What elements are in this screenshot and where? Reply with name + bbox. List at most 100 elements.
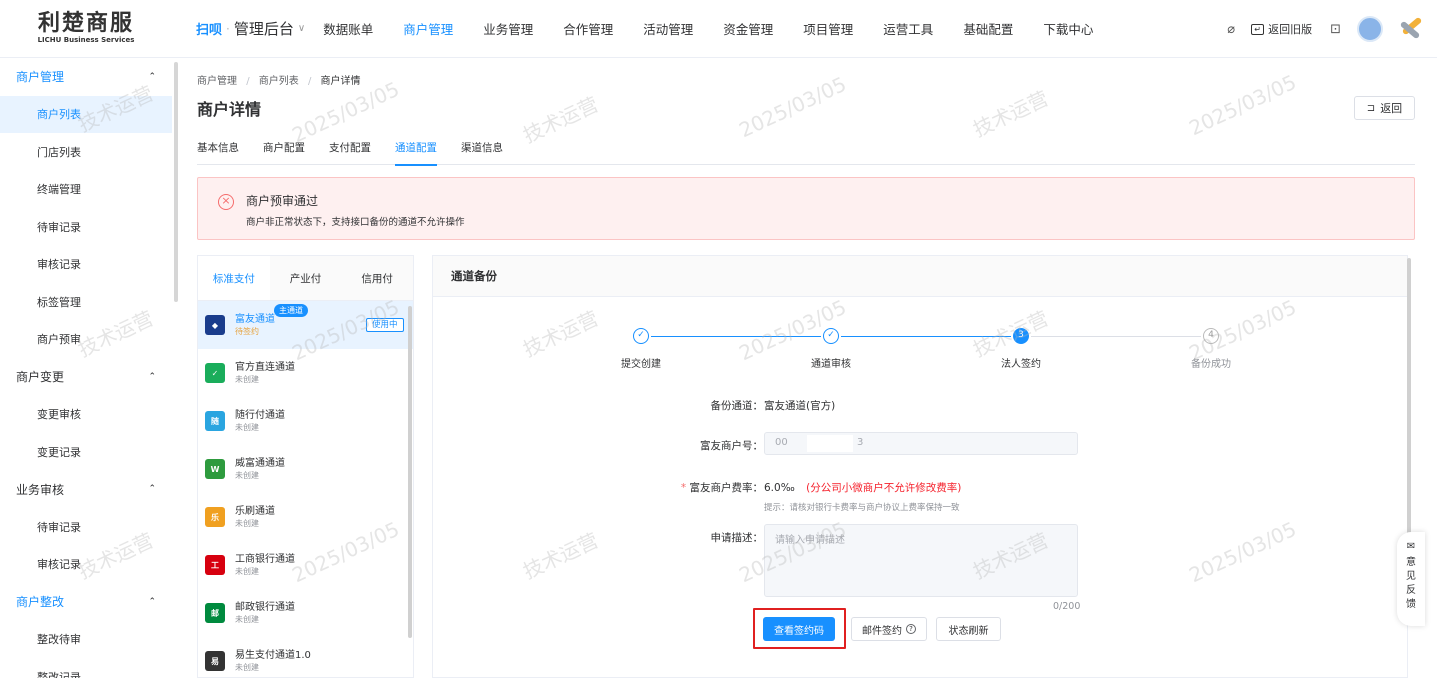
back-to-old-version-link[interactable]: ↵ 返回旧版 bbox=[1251, 21, 1312, 37]
system-switcher[interactable]: 扫呗 · 管理后台 ∨ bbox=[196, 18, 305, 39]
channel-item[interactable]: ✓ 官方直连通道 未创建 bbox=[198, 349, 413, 397]
desc-counter: 0/200 bbox=[1053, 601, 1081, 612]
desc-placeholder: 请输入申请描述 bbox=[775, 535, 845, 546]
sidebar-group[interactable]: 商户管理 ⌃ bbox=[0, 58, 172, 96]
channel-list-scrollbar[interactable] bbox=[408, 306, 412, 638]
sidebar-group[interactable]: 业务审核 ⌃ bbox=[0, 471, 172, 509]
sidebar-item[interactable]: 待审记录 bbox=[0, 208, 172, 246]
channel-list: ◆ 富友通道 待签约 主通道 使用中 ✓ 官方直连通道 未创建随随行付通道 未创建 W 威富通通道未… bbox=[198, 301, 413, 677]
channel-backup-panel: 通道备份 ✓ 提交创建 ✓ 通道审核 3 法人签约 4 备份成功 备份通道： 富友通道(官方)… bbox=[432, 255, 1408, 678]
channel-type-tabs: 标准支付 产业付 信用付 bbox=[198, 256, 413, 301]
topnav-item[interactable]: 基础配置 bbox=[963, 19, 1013, 38]
back-button[interactable]: ⊐ 返回 bbox=[1354, 96, 1415, 120]
step-label: 法人签约 bbox=[1001, 359, 1041, 370]
channel-logo-icon: 邮 bbox=[205, 603, 225, 623]
chevron-up-icon: ⌃ bbox=[148, 71, 156, 82]
breadcrumb-separator: / bbox=[246, 76, 250, 87]
status-refresh-button[interactable]: 状态刷新 bbox=[936, 617, 1001, 641]
channel-type-tab[interactable]: 标准支付 bbox=[198, 256, 270, 300]
topnav-item[interactable]: 运营工具 bbox=[883, 19, 933, 38]
sidebar-group-label: 商户整改 bbox=[16, 595, 65, 610]
channel-item[interactable]: 随随行付通道 未创建 bbox=[198, 397, 413, 445]
channel-item[interactable]: W 威富通通道 未创建 bbox=[198, 445, 413, 493]
main-channel-badge: 主通道 bbox=[274, 304, 308, 317]
channel-status: 未创建 bbox=[235, 471, 259, 480]
required-mark: * bbox=[680, 482, 687, 494]
feedback-tab[interactable]: ✉ 意见反馈 bbox=[1397, 532, 1425, 626]
topnav-item[interactable]: 业务管理 bbox=[483, 19, 533, 38]
tab-item[interactable]: 基本信息 bbox=[197, 142, 239, 165]
sidebar-item[interactable]: 变更审核 bbox=[0, 396, 172, 434]
sidebar-item[interactable]: 整改记录 bbox=[0, 658, 172, 678]
sidebar-item[interactable]: 审核记录 bbox=[0, 246, 172, 284]
channel-item[interactable]: 邮邮政银行通道 未创建 bbox=[198, 589, 413, 637]
channel-type-tab[interactable]: 信用付 bbox=[341, 256, 413, 300]
channel-item[interactable]: 乐乐刷通道 未创建 bbox=[198, 493, 413, 541]
brand-separator: · bbox=[226, 21, 230, 36]
tab-item[interactable]: 通道配置 bbox=[395, 142, 437, 166]
feedback-char: 馈 bbox=[1406, 599, 1416, 610]
chevron-down-icon: ∨ bbox=[297, 23, 306, 34]
channel-item[interactable]: 易易生支付通道1.0 未创建 bbox=[198, 637, 413, 677]
channel-name: 邮政银行通道 bbox=[235, 602, 295, 613]
sidebar-group[interactable]: 商户变更 ⌃ bbox=[0, 358, 172, 396]
channel-item[interactable]: ◆ 富友通道 待签约 主通道 使用中 bbox=[198, 301, 413, 349]
sidebar-item[interactable]: 终端管理 bbox=[0, 171, 172, 209]
sidebar-item[interactable]: 变更记录 bbox=[0, 433, 172, 471]
step-label: 提交创建 bbox=[621, 359, 661, 370]
sidebar-item[interactable]: 标签管理 bbox=[0, 283, 172, 321]
main-content: 商户管理 / 商户列表 / 商户详情 商户详情 ⊐ 返回 基本信息 商户配置 支付配… bbox=[180, 58, 1437, 678]
topnav-item[interactable]: 数据账单 bbox=[323, 19, 373, 38]
channel-name: 威富通通道 bbox=[235, 458, 285, 469]
logo[interactable]: 利楚商服 LICHU Business Services bbox=[0, 0, 172, 58]
breadcrumb-item[interactable]: 商户列表 bbox=[259, 76, 299, 87]
detail-tabs: 基本信息 商户配置 支付配置 通道配置 渠道信息 bbox=[197, 142, 1415, 166]
step-number: 3 bbox=[1013, 328, 1029, 344]
sidebar-group-label: 业务审核 bbox=[16, 482, 65, 497]
topnav-item[interactable]: 活动管理 bbox=[643, 19, 693, 38]
eye-off-icon[interactable]: ⌀ bbox=[1227, 22, 1235, 37]
merchant-no-field[interactable]: 00 3 bbox=[764, 432, 1078, 455]
status-alert: × 商户预审通过 商户非正常状态下，支持接口备份的通道不允许操作 bbox=[197, 177, 1415, 240]
channel-type-tab[interactable]: 产业付 bbox=[269, 256, 342, 300]
topnav-item[interactable]: 下载中心 bbox=[1043, 19, 1093, 38]
step-label: 通道审核 bbox=[811, 359, 851, 370]
step-connector bbox=[841, 336, 1011, 337]
merchant-no-tail: 3 bbox=[857, 437, 864, 448]
channel-text: 随行付通道 未创建 bbox=[235, 409, 285, 433]
content-scrollbar[interactable] bbox=[1407, 258, 1411, 538]
email-sign-button[interactable]: 邮件签约 ? bbox=[851, 617, 927, 641]
topnav-item[interactable]: 项目管理 bbox=[803, 19, 853, 38]
topnav-item[interactable]: 商户管理 bbox=[403, 19, 453, 38]
sidebar-item[interactable]: 门店列表 bbox=[0, 133, 172, 171]
tools-icon[interactable] bbox=[1395, 13, 1427, 45]
tab-item[interactable]: 渠道信息 bbox=[461, 142, 503, 165]
channel-status: 待签约 bbox=[235, 327, 259, 336]
backup-title: 通道备份 bbox=[433, 256, 1407, 297]
breadcrumb-item[interactable]: 商户管理 bbox=[197, 76, 237, 87]
breadcrumb: 商户管理 / 商户列表 / 商户详情 bbox=[197, 72, 361, 87]
desc-textarea[interactable]: 请输入申请描述 bbox=[764, 524, 1078, 597]
book-icon[interactable]: ⊡ bbox=[1330, 22, 1341, 37]
tab-item[interactable]: 支付配置 bbox=[329, 142, 371, 165]
help-icon: ? bbox=[906, 624, 916, 634]
sidebar-item[interactable]: 审核记录 bbox=[0, 546, 172, 584]
sidebar-item[interactable]: 商户列表 bbox=[0, 95, 172, 133]
topnav-item[interactable]: 资金管理 bbox=[723, 19, 773, 38]
sidebar-item[interactable]: 整改待审 bbox=[0, 621, 172, 659]
rate-value-row: 6.0‰ (分公司小微商户不允许修改费率) bbox=[764, 480, 961, 495]
return-icon: ⊐ bbox=[1366, 102, 1376, 114]
sidebar-group[interactable]: 商户整改 ⌃ bbox=[0, 583, 172, 621]
sidebar-item[interactable]: 商户预审 bbox=[0, 321, 172, 359]
channel-text: 富友通道 待签约 bbox=[235, 313, 275, 337]
channel-text: 邮政银行通道 未创建 bbox=[235, 601, 295, 625]
check-icon: ✓ bbox=[633, 328, 649, 344]
topnav-item[interactable]: 合作管理 bbox=[563, 19, 613, 38]
sidebar-item[interactable]: 待审记录 bbox=[0, 508, 172, 546]
logo-subtext: LICHU Business Services bbox=[37, 36, 135, 44]
tab-item[interactable]: 商户配置 bbox=[263, 142, 305, 165]
channel-item[interactable]: 工工商银行通道 未创建 bbox=[198, 541, 413, 589]
sidebar-scrollbar[interactable] bbox=[174, 62, 178, 302]
avatar[interactable] bbox=[1357, 16, 1383, 42]
view-sign-code-button[interactable]: 查看签约码 bbox=[763, 617, 835, 641]
